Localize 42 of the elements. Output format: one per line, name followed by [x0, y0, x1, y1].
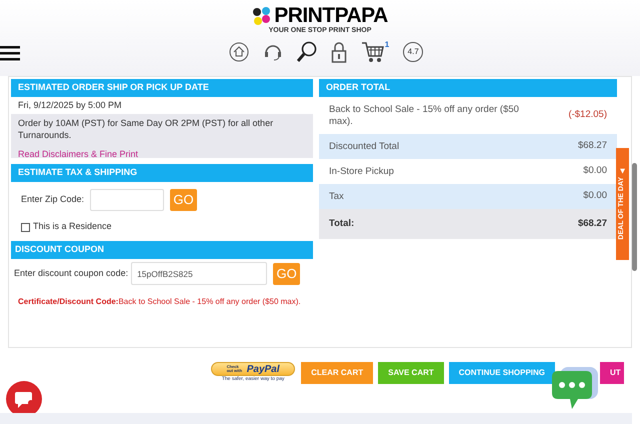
coupon-label: Enter discount coupon code:: [14, 266, 128, 280]
caret-icon: [620, 168, 625, 174]
section-header: ESTIMATE TAX & SHIPPING: [11, 164, 313, 182]
order-line-amount: $68.27: [578, 139, 607, 154]
cutoff-notice: Order by 10AM (PST) for Same Day OR 2PM (PST) for all other Turnarounds.: [18, 117, 274, 141]
order-line-label: Back to School Sale - 15% off any order ($50 max).: [329, 104, 519, 128]
order-line-label: In-Store Pickup: [329, 166, 394, 178]
go-button[interactable]: GO: [273, 262, 300, 284]
order-line-amount: (-$12.05): [568, 108, 607, 122]
section-header: ORDER TOTAL: [319, 79, 617, 97]
menu-icon[interactable]: [0, 45, 20, 61]
zip-label: Enter Zip Code:: [21, 193, 84, 206]
cart-icon[interactable]: [360, 41, 385, 63]
chat-icon[interactable]: [550, 367, 600, 411]
home-icon[interactable]: [228, 42, 249, 62]
logo-text: PRINTPAPA: [274, 5, 388, 27]
order-line-amount: $68.27: [578, 216, 607, 231]
padlock-icon[interactable]: [330, 41, 347, 63]
order-line-label: Tax: [329, 190, 344, 202]
zip-field[interactable]: [90, 189, 164, 211]
cart-button[interactable]: SAVE CART: [378, 362, 444, 384]
residence-label: This is a Residence: [33, 220, 112, 234]
cart-button[interactable]: CONTINUE SHOPPING: [448, 362, 555, 384]
go-button[interactable]: GO: [170, 189, 198, 211]
section-header: DISCOUNT COUPON: [11, 241, 313, 259]
order-line-amount: $0.00: [583, 164, 607, 178]
logo-icon: [252, 6, 272, 26]
scrollbar-thumb[interactable]: [632, 163, 637, 271]
coupon-field[interactable]: 15pOffB2S825: [131, 262, 268, 285]
residence-checkbox[interactable]: [21, 222, 30, 232]
disclaimer-link[interactable]: Read Disclaimers & Fine Print: [18, 149, 138, 159]
ship-date: Fri, 9/12/2025 by 5:00 PM: [17, 98, 123, 112]
order-line-amount: $0.00: [583, 189, 607, 204]
coupon-message: Certificate/Discount Code:Back to School Sale - 15% off any order ($50 max).: [17, 296, 302, 308]
cart-button[interactable]: CLEAR CART: [301, 362, 374, 384]
search-icon[interactable]: [296, 41, 317, 63]
rating-bubble[interactable]: 4.7: [403, 42, 424, 62]
section-header: ESTIMATED ORDER SHIP OR PICK UP DATE: [11, 79, 313, 97]
order-line-label: Total:: [329, 218, 354, 230]
order-line-label: Discounted Total: [329, 140, 400, 152]
cart-count: 1: [384, 41, 390, 49]
checkout-button[interactable]: UT: [600, 362, 624, 384]
